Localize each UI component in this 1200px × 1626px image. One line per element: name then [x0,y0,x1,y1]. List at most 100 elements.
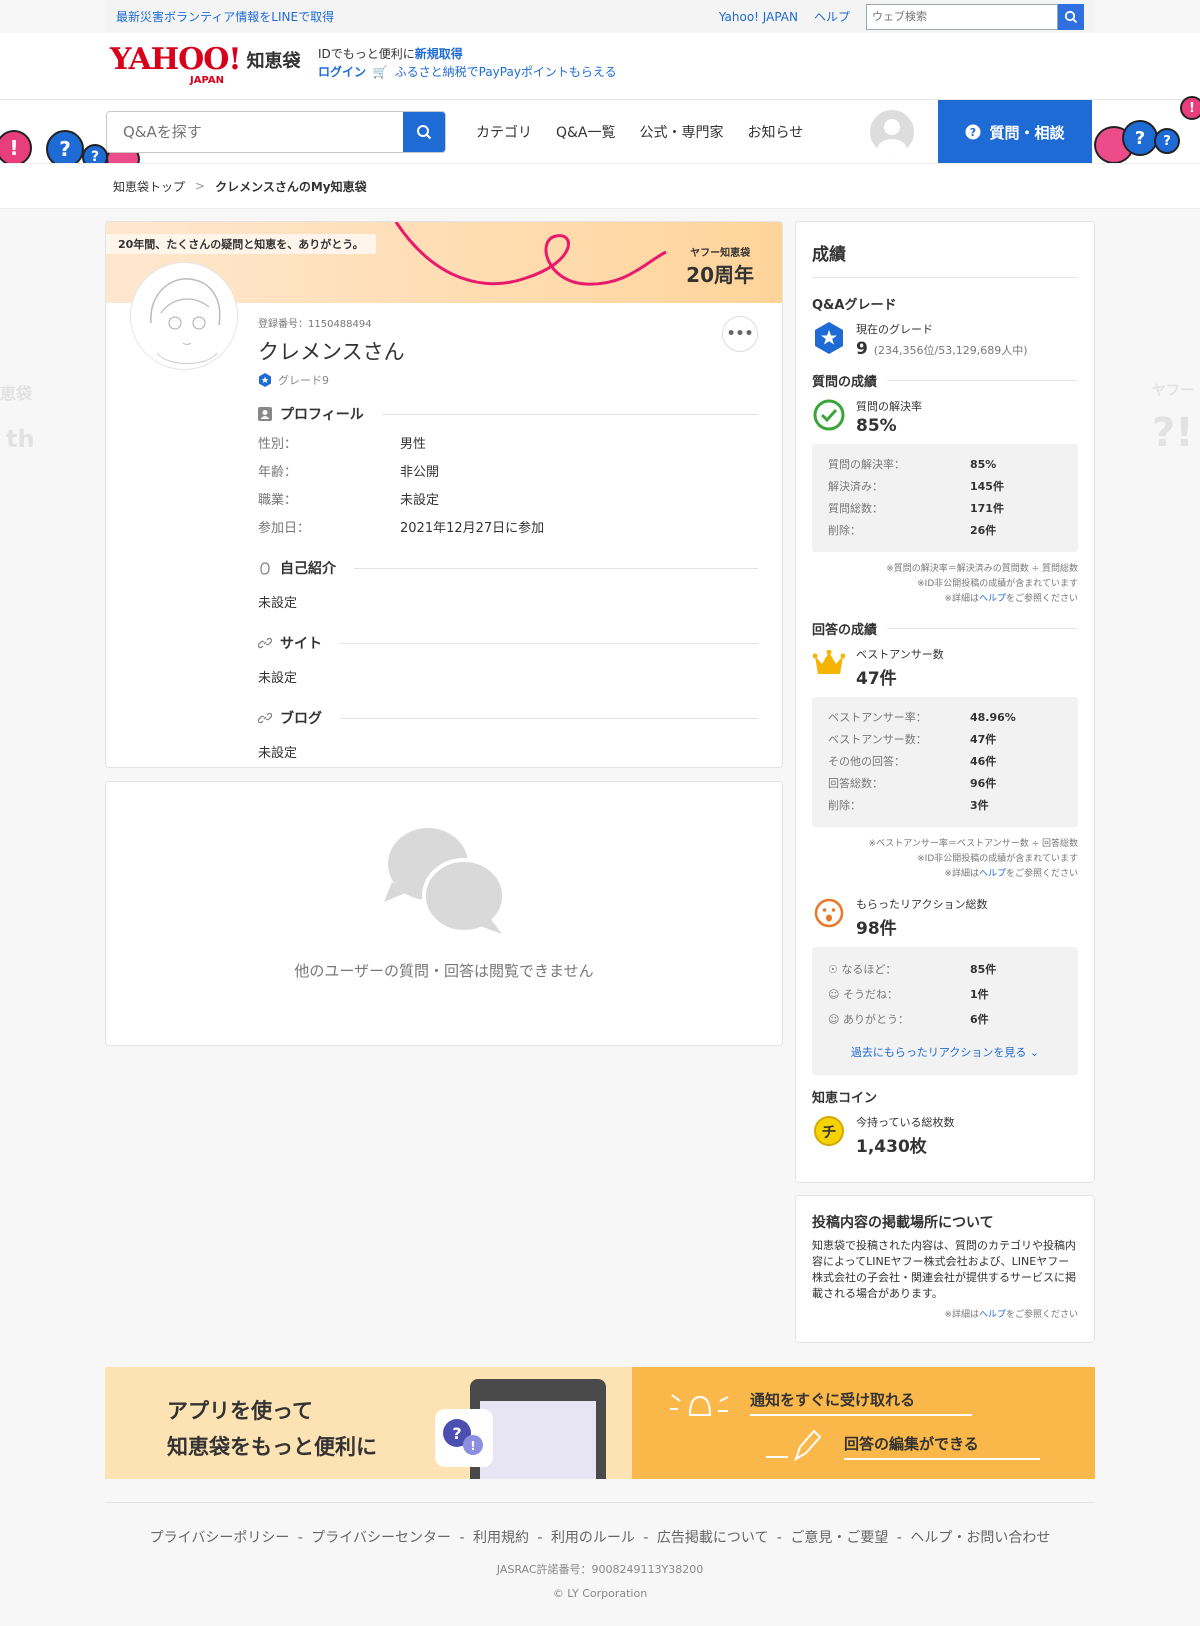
qa-search-input[interactable] [107,112,403,152]
stats-row: その他の回答： 46件 [828,751,1062,773]
web-search-button[interactable] [1058,3,1084,30]
stats-row: ☺ そうだね： 1件 [828,982,1062,1007]
nav-category[interactable]: カテゴリ [476,122,532,142]
intro-section-header: 自己紹介 [258,558,758,578]
question-circle-icon: ? [965,124,981,140]
coin-total: チ 今持っている総枚数 1,430枚 [812,1114,1078,1157]
footer-ads[interactable]: 広告掲載について [657,1530,769,1546]
footer-privacy-policy[interactable]: プライバシーポリシー [150,1530,290,1546]
resolve-rate: 質問の解決率 85% [812,398,1078,436]
intro-value: 未設定 [258,596,298,611]
chat-bubbles-icon [384,828,506,934]
stats-row: 質問の解決率： 85% [828,454,1062,476]
yahoo-chiebukuro-logo[interactable]: YAHOO! JAPAN 知恵袋 [110,45,301,87]
grade-badge: グレード9 [258,372,758,388]
resolve-rate-label: 質問の解決率 [856,400,922,413]
grade-label: グレード9 [278,374,329,387]
stats-key: ベストアンサー率： [828,711,927,724]
breadcrumb-current: クレメンスさんのMy知恵袋 [215,179,367,194]
hand-wave-icon [260,562,270,575]
stats-key: 質問総数： [828,502,883,515]
user-avatar[interactable] [870,110,914,154]
help-link[interactable]: ヘルプ [979,1310,1006,1320]
note-line: ※ID非公開投稿の成績が含まれています [917,854,1078,864]
stats-key: その他の回答： [828,755,905,768]
stats-value: 3件 [970,799,989,812]
login-link[interactable]: ログイン [318,65,366,79]
profile-key: 職業： [258,493,298,508]
stats-value: 171件 [970,502,1004,515]
site-header: YAHOO! JAPAN 知恵袋 IDでもっと便利に新規取得 ログイン 🛒 ふる… [0,33,1200,99]
id-promo: IDでもっと便利に新規取得 ログイン 🛒 ふるさと納税でPayPayポイントもら… [318,45,617,81]
note-prefix: ※詳細は [944,1310,979,1320]
stats-key: 削除： [828,799,861,812]
profile-key: 性別： [258,437,298,452]
disaster-news-link[interactable]: 最新災害ボランティア情報をLINEで取得 [116,8,334,25]
footer-help[interactable]: ヘルプ・お問い合わせ [910,1530,1050,1546]
banner-service: ヤフー知恵袋 [690,248,751,259]
cart-icon: 🛒 [372,65,388,79]
app-promo-right: 通知をすぐに受け取れる 回答の編集ができる [632,1367,1095,1479]
section-divider [887,380,1078,381]
stats-key: ベストアンサー数： [828,733,927,746]
stats-row: ☉ なるほど： 85件 [828,957,1062,982]
qa-search-button[interactable] [403,112,445,152]
stats-value: 6件 [970,1013,989,1026]
profile-value: 非公開 [400,465,440,480]
question-bubbles-decoration-right: ? ? ! [1094,96,1200,164]
signup-link[interactable]: 新規取得 [415,47,463,61]
bg-decoration-right-20: ?! [1152,410,1194,456]
blog-section-title: ブログ [280,711,322,727]
bg-decoration-left: 恵袋 [0,384,33,403]
nav-news[interactable]: お知らせ [748,122,804,142]
jasrac-number: JASRAC許諾番号：9008249113Y38200 [496,1563,704,1576]
ask-question-button[interactable]: ? 質問・相談 [938,100,1092,164]
web-search [866,3,1084,30]
banner-thanks: 20年間、たくさんの疑問と知恵を、ありがとう。 [106,234,376,254]
stats-value: 85件 [970,963,997,976]
profile-row-occupation: 職業： 未設定 [258,489,758,508]
feature-edit-answer: 回答の編集ができる [844,1433,1040,1460]
footer-rules[interactable]: 利用のルール [551,1530,635,1546]
check-circle-icon [812,398,846,432]
help-link[interactable]: ヘルプ [979,594,1006,604]
anniversary-mark: ヤフー知恵袋 20周年 [686,244,754,288]
yahoo-japan-link[interactable]: Yahoo! JAPAN [719,10,798,24]
question-exclamation-icon: ?! [443,1419,483,1455]
profile-avatar [130,262,238,370]
placement-info-card: 投稿内容の掲載場所について 知恵袋で投稿された内容は、質問のカテゴリや投稿内容に… [795,1195,1095,1343]
web-search-input[interactable] [866,3,1058,30]
reactions-total: もらったリアクション総数 98件 [812,896,1078,939]
nav-official-experts[interactable]: 公式・専門家 [640,122,724,142]
user-silhouette-icon [877,119,907,154]
stats-value: 47件 [970,733,997,746]
footer-privacy-center[interactable]: プライバシーセンター [311,1530,451,1546]
footer-divider [105,1502,1095,1503]
nav-qa-list[interactable]: Q&A一覧 [556,122,616,142]
furusato-link[interactable]: ふるさと納税でPayPayポイントもらえる [395,65,617,79]
main-nav: ! ? ? カテゴリ Q&A一覧 公式・専門家 お知らせ ? 質問・相談 ? ?… [0,96,1200,174]
ask-question-label: 質問・相談 [989,123,1065,142]
question-notes: ※質問の解決率＝解決済みの質問数 ÷ 質問総数 ※ID非公開投稿の成績が含まれて… [812,562,1078,607]
best-answer-label: ベストアンサー数 [856,648,944,661]
profile-value: 男性 [400,437,427,452]
site-value: 未設定 [258,671,298,686]
bg-decoration-left-th: th [6,425,35,453]
pencil-icon [766,1429,822,1462]
blog-section-header: ブログ [258,708,758,728]
app-promo-banner[interactable]: アプリを使って 知恵袋をもっと便利に ?! 通知をすぐに受け取れる 回答の編集が… [105,1367,1095,1479]
footer-feedback[interactable]: ご意見・ご要望 [790,1530,888,1546]
search-icon [1064,10,1078,23]
past-reactions-link[interactable]: 過去にもらったリアクションを見る ⌄ [828,1040,1062,1065]
section-divider [354,567,758,569]
reactions-label: もらったリアクション総数 [856,898,988,911]
help-link[interactable]: ヘルプ [814,8,850,25]
footer-terms[interactable]: 利用規約 [473,1530,529,1546]
note-line: ※ID非公開投稿の成績が含まれています [917,579,1078,589]
answer-notes: ※ベストアンサー率＝ベストアンサー数 ÷ 回答総数 ※ID非公開投稿の成績が含ま… [812,837,1078,882]
help-link[interactable]: ヘルプ [979,869,1006,879]
svg-text:?: ? [452,1424,461,1443]
grade-star-icon [259,373,271,387]
stats-key-wrap: ☉ なるほど： [828,957,970,982]
breadcrumb-home[interactable]: 知恵袋トップ [113,178,185,195]
